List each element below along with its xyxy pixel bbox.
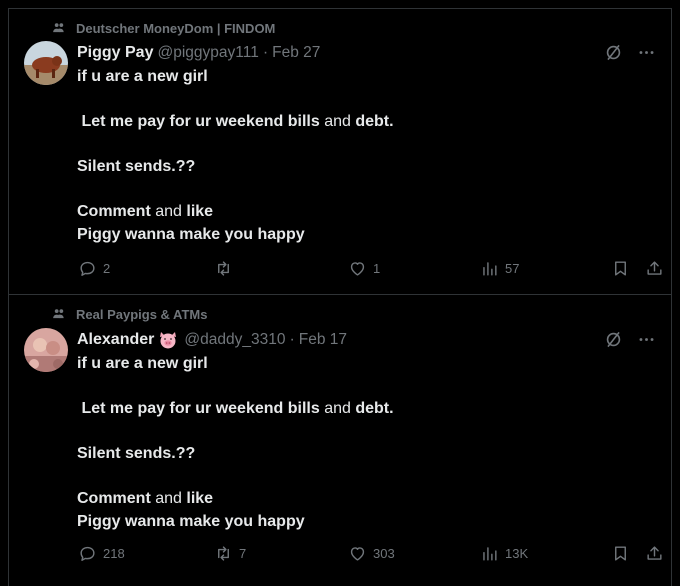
reply-count: 2	[103, 261, 111, 276]
views-button[interactable]: 13K	[480, 544, 528, 563]
reply-button[interactable]: 2	[78, 259, 110, 278]
avatar[interactable]	[24, 328, 68, 372]
pig-face-emoji	[160, 332, 177, 349]
views-count: 57	[505, 261, 520, 276]
post-card[interactable]: Real Paypigs & ATMs Alexander @daddy_331…	[8, 296, 672, 586]
reply-icon	[80, 261, 95, 276]
reply-count: 218	[103, 546, 125, 561]
like-icon	[350, 547, 365, 561]
separator: ·	[289, 331, 295, 348]
like-icon	[350, 262, 365, 276]
views-button[interactable]: 57	[480, 259, 519, 278]
grok-icon[interactable]	[604, 43, 623, 62]
author-name[interactable]: Piggy Pay	[77, 44, 153, 62]
text-line: if u are a new girl	[77, 68, 208, 85]
text-line: Piggy wanna make you happy	[77, 512, 305, 530]
post-text: if u are a new girl Let me pay for ur we…	[77, 66, 637, 246]
reply-button[interactable]: 218	[78, 544, 125, 563]
community-name: Real Paypigs & ATMs	[76, 306, 208, 322]
post-header: Alexander @daddy_3310 · Feb 17	[77, 330, 347, 350]
action-bar: 218 7 303 13K	[78, 544, 662, 566]
author-handle[interactable]: @piggypay111	[157, 44, 258, 62]
community-name: Deutscher MoneyDom | FINDOM	[76, 20, 276, 36]
like-count: 303	[373, 546, 395, 561]
repost-count: 7	[239, 546, 247, 561]
repost-icon	[218, 261, 229, 276]
community-icon	[53, 23, 64, 33]
post-date[interactable]: Feb 17	[299, 331, 347, 349]
post-date[interactable]: Feb 27	[272, 44, 320, 62]
community-icon	[53, 309, 64, 319]
bookmark-icon	[615, 261, 626, 276]
bookmark-icon	[615, 546, 626, 561]
community-context[interactable]: Real Paypigs & ATMs	[52, 306, 207, 322]
text-line: Let me pay for ur weekend bills and debt…	[81, 113, 394, 130]
author-handle[interactable]: @daddy_3310	[184, 331, 285, 349]
post-top-icons	[604, 330, 656, 349]
repost-icon	[218, 546, 229, 561]
separator: ·	[262, 44, 269, 61]
bookmark-button[interactable]	[611, 544, 630, 563]
post-top-icons	[604, 43, 656, 62]
post-card[interactable]: Deutscher MoneyDom | FINDOM Piggy Pay @p…	[8, 9, 672, 295]
repost-button[interactable]: 7	[214, 544, 246, 563]
views-icon	[483, 547, 497, 561]
grok-icon[interactable]	[604, 330, 623, 349]
bookmark-button[interactable]	[611, 259, 630, 278]
share-icon	[647, 261, 662, 275]
views-icon	[483, 262, 497, 276]
post-header: Piggy Pay @piggypay111 · Feb 27	[77, 43, 320, 63]
author-name[interactable]: Alexander	[77, 331, 154, 349]
avatar[interactable]	[24, 41, 68, 85]
text-line: if u are a new girl	[77, 355, 208, 372]
share-button[interactable]	[645, 259, 664, 278]
share-button[interactable]	[645, 544, 664, 563]
text-line: Let me pay for ur weekend bills and debt…	[81, 400, 394, 417]
views-count: 13K	[505, 546, 529, 561]
text-line: Piggy wanna make you happy	[77, 225, 305, 243]
more-icon[interactable]	[637, 43, 656, 62]
like-button[interactable]: 1	[348, 259, 380, 278]
repost-button[interactable]	[214, 259, 239, 278]
like-button[interactable]: 303	[348, 544, 395, 563]
text-line: Silent sends.??	[77, 158, 196, 175]
community-context[interactable]: Deutscher MoneyDom | FINDOM	[52, 20, 275, 36]
share-icon	[647, 546, 662, 560]
reply-icon	[80, 546, 95, 561]
text-line: Silent sends.??	[77, 445, 196, 462]
action-bar: 2 1 57	[78, 259, 662, 281]
more-icon[interactable]	[637, 330, 656, 349]
like-count: 1	[373, 261, 381, 276]
post-text: if u are a new girl Let me pay for ur we…	[77, 353, 637, 533]
text-line: Comment and like	[77, 490, 214, 507]
text-line: Comment and like	[77, 203, 214, 220]
